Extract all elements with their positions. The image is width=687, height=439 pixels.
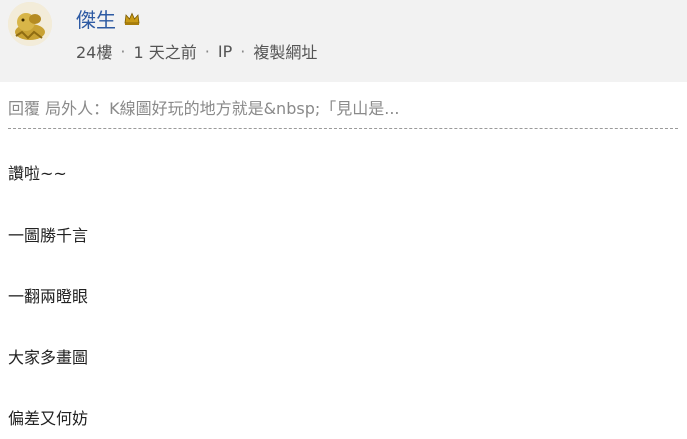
content-line: 大家多畫圖 (8, 348, 89, 367)
avatar-image (8, 2, 52, 46)
post-header: 傑生 24樓 · 1 天之前 · IP · 複製網址 (0, 0, 687, 82)
ip-link[interactable]: IP (218, 42, 232, 61)
post-time: 1 天之前 (133, 43, 197, 62)
content-line: 一翻兩瞪眼 (8, 287, 89, 306)
separator-dot: · (120, 41, 126, 61)
avatar[interactable] (8, 2, 52, 46)
post-meta: 24樓 · 1 天之前 · IP · 複製網址 (76, 39, 317, 63)
reply-quote[interactable]: 回覆 局外人：K線圖好玩的地方就是&nbsp;「見山是... (8, 96, 678, 129)
separator-dot: · (204, 41, 210, 61)
content-line: 讚啦~~ (8, 164, 67, 183)
copy-link-button[interactable]: 複製網址 (253, 39, 317, 63)
content-line: 偏差又何妨 (8, 409, 89, 428)
crown-icon (124, 11, 140, 25)
author-row: 傑生 (76, 4, 140, 32)
separator-dot: · (240, 41, 246, 61)
author-name[interactable]: 傑生 (76, 4, 116, 33)
floor-number: 24樓 (76, 43, 113, 62)
content-line: 一圖勝千言 (8, 226, 89, 245)
